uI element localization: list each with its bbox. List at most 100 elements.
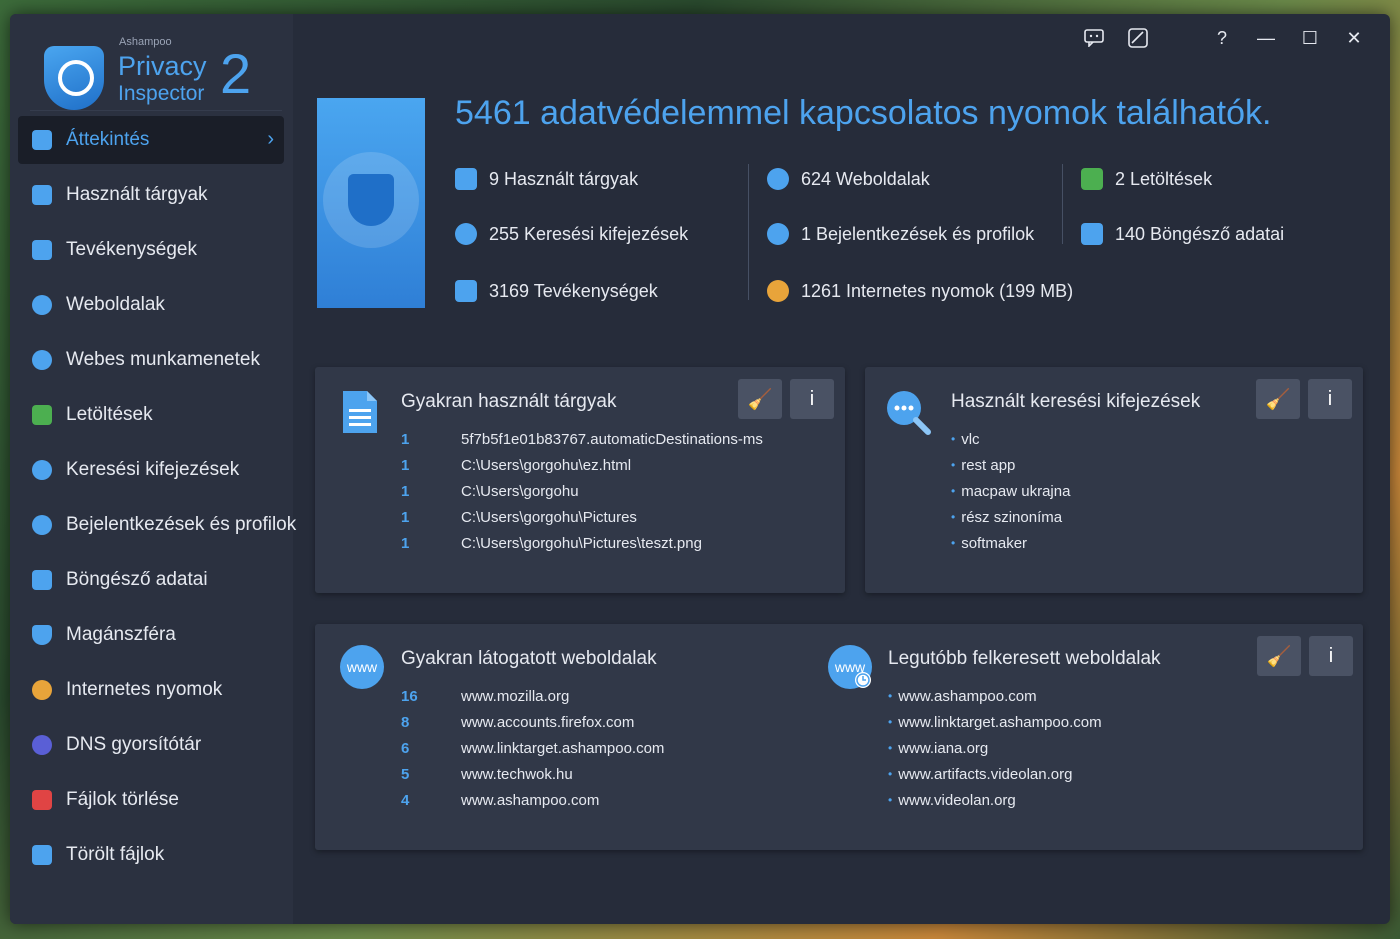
item-count: 1 xyxy=(401,534,410,552)
sidebar-item-dns-cache[interactable]: DNS gyorsítótár xyxy=(18,721,284,769)
visit-count: 4 xyxy=(401,791,410,809)
browser-icon xyxy=(32,570,52,590)
www-icon xyxy=(767,168,789,190)
divider xyxy=(1062,164,1063,244)
info-button[interactable]: i xyxy=(1308,379,1352,419)
sidebar-item-label: Használt tárgyak xyxy=(66,184,208,205)
stat-internet-traces[interactable]: 1261 Internetes nyomok (199 MB) xyxy=(767,280,1073,302)
session-icon xyxy=(32,350,52,370)
item-path: C:\Users\gorgohu\Pictures\teszt.png xyxy=(461,534,702,552)
browser-icon xyxy=(1081,223,1103,245)
stat-label: 624 Weboldalak xyxy=(801,168,930,189)
stat-search-terms[interactable]: 255 Keresési kifejezések xyxy=(455,223,688,245)
chevron-right-icon: › xyxy=(267,128,274,150)
list-item[interactable]: www.iana.org xyxy=(888,735,1102,761)
sidebar-item-label: Magánszféra xyxy=(66,624,176,645)
list-item[interactable]: www.videolan.org xyxy=(888,787,1102,813)
clean-button[interactable]: 🧹 xyxy=(738,379,782,419)
sidebar-item-web-sessions[interactable]: Webes munkamenetek xyxy=(18,336,284,384)
app-name-line2: Inspector xyxy=(118,82,205,105)
recycle-icon xyxy=(32,845,52,865)
stat-label: 255 Keresési kifejezések xyxy=(489,223,689,244)
stat-label: 3169 Tevékenységek xyxy=(489,280,658,301)
list-item[interactable]: softmaker xyxy=(951,530,1070,556)
stat-label: 1261 Internetes nyomok (199 MB) xyxy=(801,280,1074,301)
sidebar-item-label: Áttekintés xyxy=(66,129,150,150)
list-item[interactable]: rest app xyxy=(951,452,1070,478)
activity-icon xyxy=(455,280,477,302)
list-item[interactable]: www.artifacts.videolan.org xyxy=(888,761,1102,787)
item-count: 1 xyxy=(401,430,410,448)
sidebar-item-activities[interactable]: Tevékenységek xyxy=(18,226,284,274)
info-button[interactable]: i xyxy=(790,379,834,419)
sidebar-item-label: Webes munkamenetek xyxy=(66,349,260,370)
search-icon xyxy=(885,389,931,435)
activity-icon xyxy=(32,240,52,260)
sidebar-item-internet-traces[interactable]: Internetes nyomok xyxy=(18,666,284,714)
stat-label: 140 Böngésző adatai xyxy=(1115,223,1285,244)
item-path: 5f7b5f1e01b83767.automaticDestinations-m… xyxy=(461,430,763,448)
sidebar-item-downloads[interactable]: Letöltések xyxy=(18,391,284,439)
list-item[interactable]: www.ashampoo.com xyxy=(888,683,1102,709)
sidebar-item-label: Internetes nyomok xyxy=(66,679,223,700)
sidebar-item-used-items[interactable]: Használt tárgyak xyxy=(18,171,284,219)
stat-used-items[interactable]: 9 Használt tárgyak xyxy=(455,168,638,190)
clean-button[interactable]: 🧹 xyxy=(1257,636,1301,676)
broom-icon: 🧹 xyxy=(1266,645,1292,668)
sidebar-item-websites[interactable]: Weboldalak xyxy=(18,281,284,329)
user-icon xyxy=(767,223,789,245)
stat-label: 1 Bejelentkezések és profilok xyxy=(801,223,1035,244)
sidebar-item-overview[interactable]: Áttekintés › xyxy=(18,116,284,164)
broom-icon: 🧹 xyxy=(1265,388,1291,411)
overview-icon xyxy=(32,130,52,150)
list-item[interactable]: 5 www.techwok.hu xyxy=(401,761,664,787)
stat-logins[interactable]: 1 Bejelentkezések és profilok xyxy=(767,223,1034,245)
stat-activities[interactable]: 3169 Tevékenységek xyxy=(455,280,658,302)
info-button[interactable]: i xyxy=(1309,636,1353,676)
main-content: 5461 adatvédelemmel kapcsolatos nyomok t… xyxy=(293,14,1390,924)
panel-websites: www Gyakran látogatott weboldalak 16 www.… xyxy=(315,624,1363,850)
www-icon xyxy=(32,295,52,315)
item-path: C:\Users\gorgohu\ez.html xyxy=(461,456,632,474)
app-version: 2 xyxy=(220,42,252,105)
list-item[interactable]: 16 www.mozilla.org xyxy=(401,683,664,709)
list-item[interactable]: macpaw ukrajna xyxy=(951,478,1070,504)
divider xyxy=(748,164,749,300)
sidebar-item-deleted-files[interactable]: Törölt fájlok xyxy=(18,831,284,879)
visited-sites-list: 16 www.mozilla.org 8 www.accounts.firefox.… xyxy=(401,683,664,813)
download-icon xyxy=(32,405,52,425)
list-item[interactable]: rész szinoníma xyxy=(951,504,1070,530)
stat-downloads[interactable]: 2 Letöltések xyxy=(1081,168,1212,190)
item-path: C:\Users\gorgohu\Pictures xyxy=(461,508,637,526)
visit-count: 16 xyxy=(401,687,418,705)
sidebar-item-privacy[interactable]: Magánszféra xyxy=(18,611,284,659)
sidebar-item-browser-data[interactable]: Böngésző adatai xyxy=(18,556,284,604)
list-item[interactable]: 1 5f7b5f1e01b83767.automaticDestinations-… xyxy=(401,426,763,452)
list-item[interactable]: 4 www.ashampoo.com xyxy=(401,787,664,813)
list-item[interactable]: 1 C:\Users\gorgohu\Pictures xyxy=(401,504,763,530)
www-icon: www xyxy=(339,644,384,690)
stat-browser-data[interactable]: 140 Böngésző adatai xyxy=(1081,223,1284,245)
clean-button[interactable]: 🧹 xyxy=(1256,379,1300,419)
list-item[interactable]: 8 www.accounts.firefox.com xyxy=(401,709,664,735)
sidebar-item-delete-files[interactable]: Fájlok törlése xyxy=(18,776,284,824)
stat-websites[interactable]: 624 Weboldalak xyxy=(767,168,930,190)
list-item[interactable]: vlc xyxy=(951,426,1070,452)
app-logo: Ashampoo Privacy Inspector 2 xyxy=(40,26,280,116)
list-item[interactable]: 1 C:\Users\gorgohu\Pictures\teszt.png xyxy=(401,530,763,556)
search-icon xyxy=(32,460,52,480)
stat-label: 2 Letöltések xyxy=(1115,168,1213,189)
list-item[interactable]: 1 C:\Users\gorgohu\ez.html xyxy=(401,452,763,478)
site-url: www.techwok.hu xyxy=(461,765,573,783)
sidebar-item-search-terms[interactable]: Keresési kifejezések xyxy=(18,446,284,494)
list-item[interactable]: 6 www.linktarget.ashampoo.com xyxy=(401,735,664,761)
list-item[interactable]: www.linktarget.ashampoo.com xyxy=(888,709,1101,735)
recent-www-icon: www xyxy=(827,644,872,690)
sidebar-item-label: Fájlok törlése xyxy=(66,789,179,810)
dns-icon xyxy=(32,735,52,755)
search-icon xyxy=(455,223,477,245)
site-url: www.ashampoo.com xyxy=(461,791,600,809)
list-item[interactable]: 1 C:\Users\gorgohu xyxy=(401,478,763,504)
item-count: 1 xyxy=(401,456,410,474)
sidebar-item-logins[interactable]: Bejelentkezések és profilok xyxy=(18,501,296,549)
